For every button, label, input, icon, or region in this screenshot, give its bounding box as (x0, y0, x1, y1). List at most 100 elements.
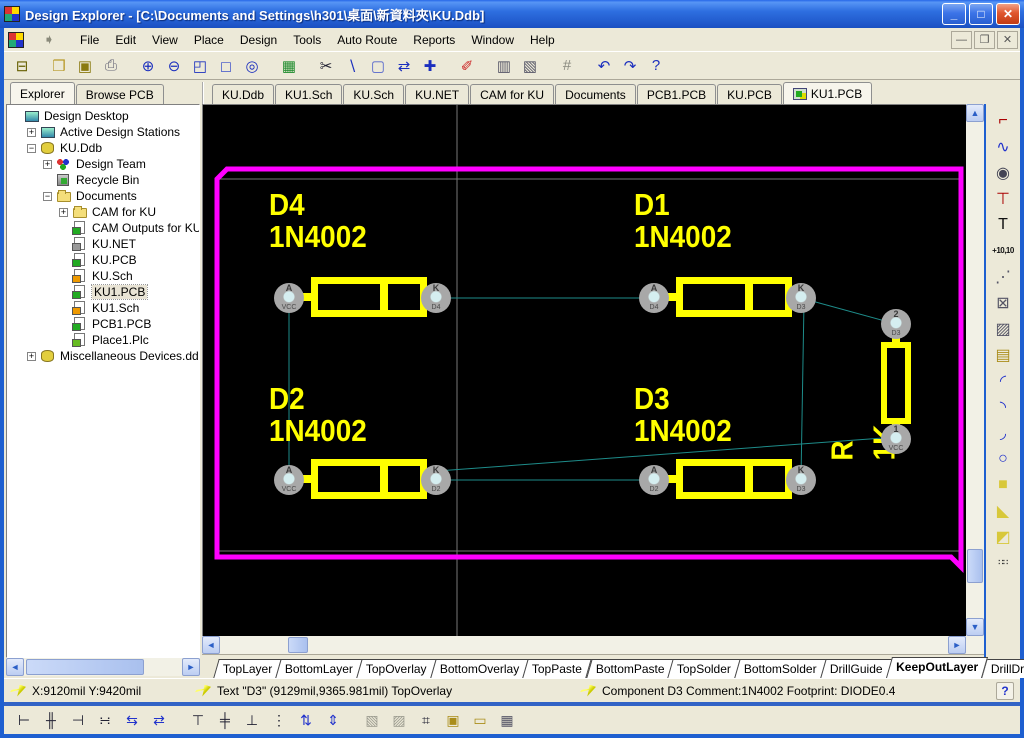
canvas-h-scroll-thumb[interactable] (288, 637, 308, 653)
pad-R-2[interactable]: 2D3 (881, 309, 911, 339)
menu-file[interactable]: File (72, 30, 107, 50)
layer-tab-bottomlayer[interactable]: BottomLayer (276, 659, 363, 678)
place-fill-hatch-icon[interactable]: ▨ (990, 316, 1016, 341)
layer-tab-bottompaste[interactable]: BottomPaste (586, 659, 674, 678)
decrease-v-spacing-icon[interactable]: ⇕ (321, 708, 345, 732)
diode-body-D3[interactable] (676, 459, 792, 499)
tree-item-cam-for-ku[interactable]: +CAM for KU (11, 204, 199, 220)
tree-item-documents[interactable]: −Documents (11, 188, 199, 204)
pad-D4-K[interactable]: KD4 (421, 283, 451, 313)
place-coordinate-icon[interactable]: +10,10 (990, 238, 1016, 263)
zoom-point-icon[interactable]: ◎ (240, 54, 264, 78)
drc-batch-icon[interactable]: ▧ (518, 54, 542, 78)
layer-tab-drilldrawing[interactable]: DrillDrawing (981, 659, 1024, 678)
mdi-close-button[interactable]: ✕ (997, 31, 1018, 49)
center-vertical-icon[interactable]: ╪ (213, 708, 237, 732)
canvas-v-scrollbar[interactable]: ▲ ▼ (966, 104, 984, 636)
align-left-icon[interactable]: ⊢ (12, 708, 36, 732)
maximize-button[interactable]: □ (969, 3, 993, 25)
wizard-icon[interactable]: ✐ (455, 54, 479, 78)
panel-tab-browse-pcb[interactable]: Browse PCB (76, 84, 164, 104)
place-polygon-icon[interactable]: ◣ (990, 498, 1016, 523)
camera-board-icon[interactable]: ▦ (277, 54, 301, 78)
arc-edge-icon[interactable]: ◜ (990, 368, 1016, 393)
doc-tab-documents[interactable]: Documents (555, 84, 636, 104)
pad-D1-A[interactable]: AD4 (639, 283, 669, 313)
tree-item-ku-pcb[interactable]: KU.PCB (11, 252, 199, 268)
zoom-out-icon[interactable]: ⊖ (162, 54, 186, 78)
tree-item-miscellaneous-devices-ddb[interactable]: +Miscellaneous Devices.ddb (11, 348, 199, 364)
distribute-horizontal-icon[interactable]: ∺ (93, 708, 117, 732)
layer-tab-toppaste[interactable]: TopPaste (523, 659, 592, 678)
scroll-down-icon[interactable]: ▼ (966, 618, 984, 636)
scroll-right-icon[interactable]: ► (948, 636, 966, 654)
doc-tab-ku1.sch[interactable]: KU1.Sch (275, 84, 342, 104)
context-help-button[interactable]: ? (996, 682, 1014, 700)
distribute-vertical-icon[interactable]: ⋮ (267, 708, 291, 732)
tree-item-pcb1-pcb[interactable]: PCB1.PCB (11, 316, 199, 332)
zoom-window-icon[interactable]: ◰ (188, 54, 212, 78)
select-area-icon[interactable]: ▢ (366, 54, 390, 78)
place-string-icon[interactable]: T (990, 212, 1016, 237)
diode-body-D1[interactable] (676, 277, 792, 317)
redo-icon[interactable]: ↷ (618, 54, 642, 78)
tree-item-ku1-sch[interactable]: KU1.Sch (11, 300, 199, 316)
arrange-components-icon[interactable]: ▣ (441, 708, 465, 732)
align-center-horizontal-icon[interactable]: ╫ (39, 708, 63, 732)
tree-item-place1-plc[interactable]: Place1.Plc (11, 332, 199, 348)
doc-tab-ku.net[interactable]: KU.NET (405, 84, 469, 104)
move-selection-icon[interactable]: ⇄ (392, 54, 416, 78)
arc-angle-icon[interactable]: ◞ (990, 420, 1016, 445)
place-via-icon[interactable]: ◉ (990, 160, 1016, 185)
layer-tab-keepoutlayer[interactable]: KeepOutLayer (886, 657, 988, 678)
designator-D4[interactable]: D4 (269, 189, 305, 220)
place-track-icon[interactable]: ⌐ (990, 108, 1016, 133)
pad-D1-K[interactable]: KD3 (786, 283, 816, 313)
doc-tab-pcb1.pcb[interactable]: PCB1.PCB (637, 84, 716, 104)
slice-track-icon[interactable]: ∖ (340, 54, 364, 78)
menu-auto-route[interactable]: Auto Route (329, 30, 405, 50)
increase-v-spacing-icon[interactable]: ⇅ (294, 708, 318, 732)
layer-tab-bottomsolder[interactable]: BottomSolder (735, 659, 827, 678)
pad-D3-A[interactable]: AD2 (639, 465, 669, 495)
resistor-body-R[interactable] (881, 342, 911, 424)
menu-tools[interactable]: Tools (285, 30, 329, 50)
scroll-left-icon[interactable]: ◄ (202, 636, 220, 654)
paste-array-icon[interactable]: ∷∷ (990, 550, 1016, 575)
doc-tab-ku1.pcb[interactable]: KU1.PCB (783, 82, 872, 104)
tree-item-active-design-stations[interactable]: +Active Design Stations (11, 124, 199, 140)
layer-tab-topsolder[interactable]: TopSolder (668, 659, 741, 678)
scroll-right-icon[interactable]: ► (182, 658, 200, 676)
doc-tab-ku.sch[interactable]: KU.Sch (343, 84, 404, 104)
drc-online-icon[interactable]: ▥ (492, 54, 516, 78)
close-button[interactable]: ✕ (996, 3, 1020, 25)
pad-D2-K[interactable]: KD2 (421, 465, 451, 495)
edit-track-icon[interactable]: ✂ (314, 54, 338, 78)
menu-help[interactable]: Help (522, 30, 563, 50)
place-cutout-icon[interactable]: ⊠ (990, 290, 1016, 315)
expand-icon[interactable]: + (43, 160, 52, 169)
layer-tab-bottomoverlay[interactable]: BottomOverlay (430, 659, 529, 678)
tree-item-ku-net[interactable]: KU.NET (11, 236, 199, 252)
designator-D2[interactable]: D2 (269, 383, 305, 414)
layer-tab-toplayer[interactable]: TopLayer (213, 659, 282, 678)
collapse-icon[interactable]: − (27, 144, 36, 153)
pad-D2-A[interactable]: AVCC (274, 465, 304, 495)
menu-place[interactable]: Place (186, 30, 232, 50)
place-dimension-icon[interactable]: ⋰ (990, 264, 1016, 289)
expand-icon[interactable]: + (27, 352, 36, 361)
expand-icon[interactable]: + (27, 128, 36, 137)
layer-tab-topoverlay[interactable]: TopOverlay (357, 659, 437, 678)
minimize-button[interactable]: _ (942, 3, 966, 25)
expand-icon[interactable]: + (59, 208, 68, 217)
diode-body-D4[interactable] (311, 277, 427, 317)
designator-D1[interactable]: D1 (634, 189, 670, 220)
tree-item-cam-outputs-for-ku[interactable]: CAM Outputs for KU (11, 220, 199, 236)
room-wizard-icon[interactable]: ▦ (495, 708, 519, 732)
full-circle-icon[interactable]: ○ (990, 446, 1016, 471)
undo-icon[interactable]: ↶ (592, 54, 616, 78)
designator-D3[interactable]: D3 (634, 383, 670, 414)
align-right-icon[interactable]: ⊣ (66, 708, 90, 732)
pad-D3-K[interactable]: KD3 (786, 465, 816, 495)
place-wire-icon[interactable]: ∿ (990, 134, 1016, 159)
